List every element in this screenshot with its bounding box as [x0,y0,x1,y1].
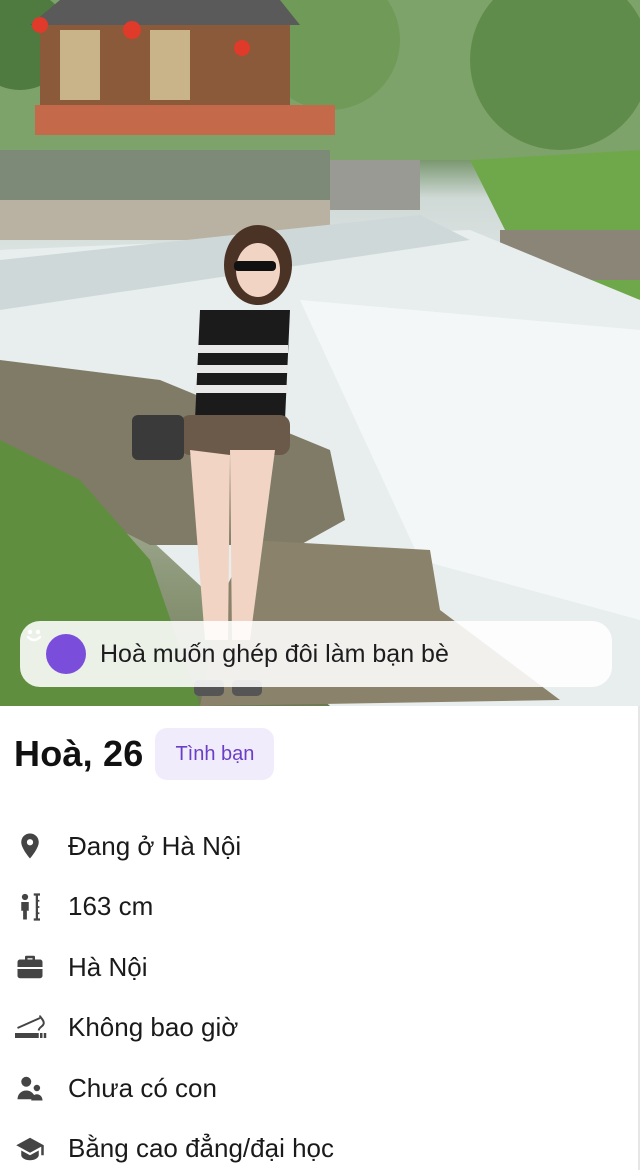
detail-location-text: Đang ở Hà Nội [68,830,242,861]
detail-education: Bằng cao đẳng/đại học [0,1119,640,1170]
match-intent-banner: Hoà muốn ghép đôi làm bạn bè [20,621,612,687]
briefcase-icon [12,949,48,985]
height-icon [12,889,48,925]
detail-children-text: Chưa có con [68,1072,217,1103]
detail-height-text: 163 cm [68,891,154,922]
detail-work-text: Hà Nội [68,951,148,982]
name-row: Hoà, 26 Tình bạn [14,728,275,780]
profile-page: Hoà muốn ghép đôi làm bạn bè Hoà, 26 Tìn… [0,0,640,1170]
profile-photo[interactable]: Hoà muốn ghép đôi làm bạn bè [0,0,640,706]
detail-work: Hà Nội [0,937,640,998]
detail-education-text: Bằng cao đẳng/đại học [68,1133,334,1164]
name-age: Hoà, 26 [14,733,144,774]
detail-smoking-text: Không bao giờ [68,1012,239,1043]
smiley-icon [26,629,86,674]
detail-location: Đang ở Hà Nội [0,816,640,877]
detail-smoking: Không bao giờ [0,998,640,1059]
match-intent-text: Hoà muốn ghép đôi làm bạn bè [100,639,449,668]
location-pin-icon [12,828,48,864]
detail-children: Chưa có con [0,1058,640,1119]
graduation-cap-icon [12,1131,48,1167]
children-icon [12,1070,48,1106]
profile-details: Đang ở Hà Nội 163 cm Hà Nội Không bao gi… [0,816,640,1170]
photo-scene [0,0,640,706]
smoking-icon [12,1010,48,1046]
detail-height: 163 cm [0,877,640,938]
relationship-goal-badge: Tình bạn [155,728,275,780]
